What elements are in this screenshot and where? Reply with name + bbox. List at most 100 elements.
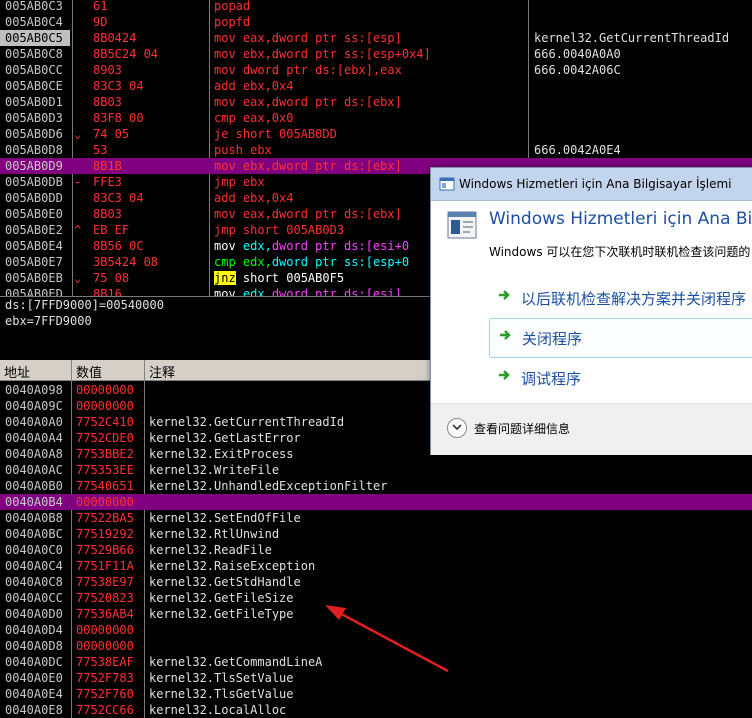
close-program-option[interactable]: 关闭程序	[489, 318, 752, 358]
disasm-hex: 8B56 0C	[93, 239, 144, 253]
disasm-address: 005AB0ED	[5, 287, 63, 296]
header-address[interactable]: 地址	[4, 362, 30, 381]
instruction-part: cmp	[214, 255, 243, 269]
dump-row[interactable]: 0040A0C4 7751F11A kernel32.RaiseException	[0, 558, 752, 574]
dump-address: 0040A0C0	[5, 543, 63, 557]
green-arrow-icon	[499, 290, 510, 300]
dump-address: 0040A0E8	[5, 703, 63, 717]
dump-address: 0040A0B8	[5, 511, 63, 525]
dump-row[interactable]: 0040A0C8 77538E97 kernel32.GetStdHandle	[0, 574, 752, 590]
expand-details-button[interactable]	[447, 418, 467, 438]
dump-comment: kernel32.TlsSetValue	[149, 671, 294, 685]
dump-row[interactable]: 0040A0BC 77519292 kernel32.RtlUnwind	[0, 526, 752, 542]
disasm-instruction: popad	[214, 0, 250, 14]
disasm-row[interactable]: 005AB0C3 61 popad	[0, 0, 752, 14]
dump-row[interactable]: 0040A0B0 77540651 kernel32.UnhandledExcept…	[0, 478, 752, 494]
disasm-address: 005AB0C5	[0, 30, 70, 46]
dialog-footer: 查看问题详细信息	[431, 403, 752, 455]
disasm-instruction: jnz short 005AB0F5	[214, 270, 344, 286]
disasm-address: 005AB0CC	[5, 63, 63, 77]
instruction-part: dword ptr ds:[esi]	[271, 287, 402, 296]
disasm-address: 005AB0D1	[5, 95, 63, 109]
disasm-row[interactable]: 005AB0D3 83F8 00 cmp eax,0x0	[0, 110, 752, 126]
dump-row[interactable]: 0040A0E4 7752F760 kernel32.TlsGetValue	[0, 686, 752, 702]
disasm-instruction: cmp edx,dword ptr ss:[esp+0	[214, 254, 409, 270]
dump-comment: kernel32.GetStdHandle	[149, 575, 301, 589]
dump-value: 7752F783	[76, 671, 134, 685]
instruction-part: push ebx	[214, 143, 272, 157]
disasm-address: 005AB0D6	[5, 127, 63, 141]
instruction-part: dword ptr ds:[esi+0	[271, 239, 410, 253]
header-comment[interactable]: 注释	[149, 362, 175, 381]
dump-row[interactable]: 0040A0D8 00000000	[0, 638, 752, 654]
disasm-row[interactable]: 005AB0C5 8B0424 mov eax,dword ptr ss:[esp]…	[0, 30, 752, 46]
dump-address: 0040A09C	[5, 399, 63, 413]
dump-value: 7752F760	[76, 687, 134, 701]
dialog-description: Windows 可以在您下次联机时联机检查该问题的	[489, 245, 751, 259]
header-separator[interactable]	[144, 360, 145, 380]
dump-value: 7752C410	[76, 415, 134, 429]
header-value[interactable]: 数值	[76, 362, 102, 381]
instruction-part: popfd	[214, 15, 251, 29]
instruction-part: mov eax,dword ptr ds:[ebx]	[214, 207, 402, 221]
view-details-label[interactable]: 查看问题详细信息	[474, 420, 570, 437]
instruction-part: mov ebx,dword ptr ds:[ebx]	[214, 159, 402, 173]
disasm-hex: 83F8 00	[93, 111, 144, 125]
dump-address: 0040A0BC	[5, 527, 63, 541]
disasm-address: 005AB0E4	[5, 239, 63, 253]
dump-row[interactable]: 0040A0E0 7752F783 kernel32.TlsSetValue	[0, 670, 752, 686]
dump-row[interactable]: 0040A0B4 00000000	[0, 494, 752, 510]
dump-value: 00000000	[76, 399, 134, 413]
chevron-down-icon	[452, 424, 462, 431]
jump-marker: -	[74, 175, 82, 189]
instruction-part: short 005AB0F5	[235, 271, 345, 285]
dump-value: 775353EE	[76, 463, 134, 477]
dump-address: 0040A0A4	[5, 431, 63, 445]
disasm-hex: 9D	[93, 15, 108, 29]
dump-value: 7751F11A	[76, 559, 134, 573]
instruction-part: popad	[214, 0, 251, 13]
disasm-comment: 666.0042A06C	[534, 63, 621, 77]
disasm-row[interactable]: 005AB0D1 8B03 mov eax,dword ptr ds:[ebx]	[0, 94, 752, 110]
dump-row[interactable]: 0040A0CC 77520823 kernel32.GetFileSize	[0, 590, 752, 606]
disasm-row[interactable]: 005AB0C4 9D popfd	[0, 14, 752, 30]
disasm-instruction: mov edx,dword ptr ds:[esi+0	[214, 238, 409, 254]
info-line-1: ds:[7FFD9000]=00540000	[5, 298, 164, 312]
instruction-part: jnz	[214, 271, 236, 285]
dialog-title-bar[interactable]: Windows Hizmetleri için Ana Bilgisayar İ…	[431, 168, 752, 201]
dialog-heading: Windows Hizmetleri için Ana Bilgis	[489, 209, 752, 229]
green-arrow-icon	[500, 330, 511, 340]
dump-row[interactable]: 0040A0C0 77529B66 kernel32.ReadFile	[0, 542, 752, 558]
disasm-hex: 8B16	[93, 287, 122, 296]
disasm-address: 005AB0D8	[5, 143, 63, 157]
disasm-comment: 666.0040A0A0	[534, 47, 621, 61]
header-separator[interactable]	[71, 360, 72, 380]
dump-value: 00000000	[76, 495, 134, 509]
info-line-2: ebx=7FFD9000	[5, 314, 92, 328]
jump-marker: ⌄	[74, 271, 82, 285]
disasm-row[interactable]: 005AB0CC 8903 mov dword ptr ds:[ebx],eax 66…	[0, 62, 752, 78]
disasm-address: 005AB0E2	[5, 223, 63, 237]
dump-row[interactable]: 0040A0DC 77538EAF kernel32.GetCommandLineA	[0, 654, 752, 670]
disasm-hex: EB EF	[93, 223, 130, 237]
dump-row[interactable]: 0040A0AC 775353EE kernel32.WriteFile	[0, 462, 752, 478]
dump-comment: kernel32.TlsGetValue	[149, 687, 294, 701]
dump-row[interactable]: 0040A0B8 77522BA5 kernel32.SetEndOfFile	[0, 510, 752, 526]
dump-comment: kernel32.GetFileSize	[149, 591, 294, 605]
instruction-part: jmp ebx	[214, 175, 265, 189]
disasm-instruction: jmp short 005AB0D3	[214, 222, 344, 238]
debug-program-option[interactable]: 调试程序	[489, 359, 752, 397]
check-online-option[interactable]: 以后联机检查解决方案并关闭程序	[489, 279, 752, 317]
dump-value: 00000000	[76, 623, 134, 637]
disasm-row[interactable]: 005AB0D8 53 push ebx 666.0042A0E4	[0, 142, 752, 158]
disasm-row[interactable]: 005AB0C8 8B5C24 04 mov ebx,dword ptr ss:[e…	[0, 46, 752, 62]
dump-row[interactable]: 0040A0E8 7752CC66 kernel32.LocalAlloc	[0, 702, 752, 718]
disasm-row[interactable]: 005AB0CE 83C3 04 add ebx,0x4	[0, 78, 752, 94]
disasm-row[interactable]: 005AB0D6 ⌄ 74 05 je short 005AB0DD	[0, 126, 752, 142]
dump-comment: kernel32.GetLastError	[149, 431, 301, 445]
dump-row[interactable]: 0040A0D4 00000000	[0, 622, 752, 638]
disasm-hex: 8B03	[93, 207, 122, 221]
dump-row[interactable]: 0040A0D0 77536AB4 kernel32.GetFileType	[0, 606, 752, 622]
dump-address: 0040A098	[5, 383, 63, 397]
option-label: 调试程序	[521, 370, 582, 388]
